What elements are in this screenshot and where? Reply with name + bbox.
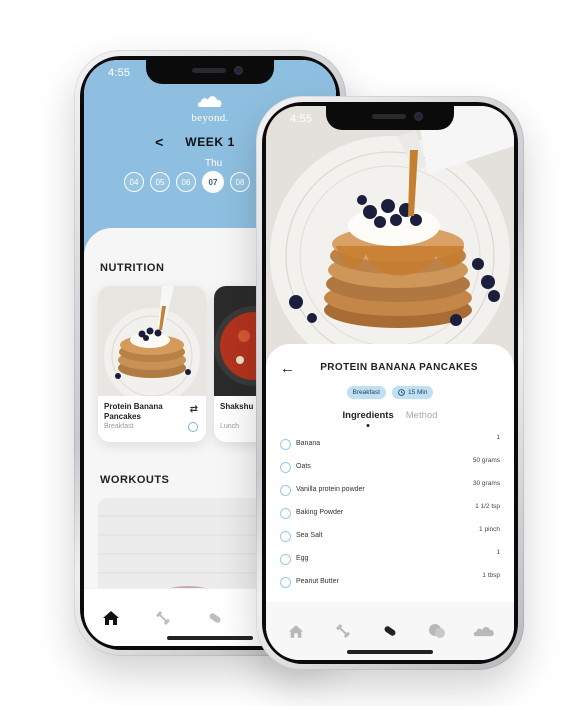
front-phone: 4:55 ← PROTEIN BANANA PANCAKES Breakfast… — [256, 96, 524, 670]
ingredient-row[interactable]: Oats 50 grams — [280, 457, 500, 482]
status-time: 4:55 — [290, 113, 313, 125]
ingredient-row[interactable]: Egg 1 — [280, 549, 500, 574]
day-picker: 04 05 06 07 08 — [124, 171, 250, 193]
notch — [326, 106, 454, 130]
day-chip[interactable]: 05 — [150, 172, 170, 192]
status-time: 4:55 — [108, 67, 131, 79]
ingredient-list: Banana 1 Oats 50 grams Vanilla protein powde… — [280, 434, 500, 597]
dumbbell-icon[interactable] — [332, 620, 354, 642]
ingredient-row[interactable]: Banana 1 — [280, 434, 500, 459]
tab-method[interactable]: Method — [406, 410, 438, 421]
chat-icon[interactable] — [426, 620, 448, 642]
recipe-chips: Breakfast 15 Min — [266, 386, 514, 399]
ingredient-quantity: 1 — [496, 549, 500, 556]
ingredient-row[interactable]: Peanut Butter 1 tbsp — [280, 572, 500, 597]
day-chip[interactable]: 04 — [124, 172, 144, 192]
ingredient-row[interactable]: Baking Powder 1 1/2 tsp — [280, 503, 500, 528]
ingredient-checkbox[interactable] — [280, 485, 291, 496]
ingredient-row[interactable]: Sea Salt 1 pinch — [280, 526, 500, 551]
week-label: WEEK 1 — [185, 135, 235, 149]
front-screen: 4:55 ← PROTEIN BANANA PANCAKES Breakfast… — [266, 106, 514, 660]
workouts-heading: WORKOUTS — [100, 474, 170, 486]
ingredient-quantity: 50 grams — [472, 457, 500, 464]
ingredient-checkbox[interactable] — [280, 554, 291, 565]
ingredient-checkbox[interactable] — [280, 439, 291, 450]
ingredient-checkbox[interactable] — [280, 577, 291, 588]
dumbbell-icon[interactable] — [152, 607, 174, 629]
ingredient-name: Egg — [296, 555, 309, 562]
recipe-title: PROTEIN BANANA PANCAKES — [320, 362, 478, 373]
meal-check-circle[interactable] — [188, 422, 198, 432]
brand-text: beyond. — [191, 112, 229, 124]
home-icon[interactable] — [285, 620, 307, 642]
meal-name: Protein Banana Pancakes — [104, 402, 163, 421]
ingredient-name: Oats — [296, 463, 311, 470]
ingredient-name: Vanilla protein powder — [296, 486, 365, 493]
notch — [146, 60, 274, 84]
cloud-icon — [197, 96, 222, 107]
day-chip[interactable]: 06 — [176, 172, 196, 192]
meal-tag: Lunch — [220, 423, 240, 430]
ingredient-name: Baking Powder — [296, 509, 344, 516]
ingredient-name: Sea Salt — [296, 532, 323, 539]
nutrition-heading: NUTRITION — [100, 262, 165, 274]
tab-ingredients[interactable]: Ingredients — [343, 410, 394, 421]
home-icon[interactable] — [100, 607, 122, 629]
pill-icon[interactable] — [204, 607, 226, 629]
ingredient-name: Banana — [296, 440, 321, 447]
ingredient-checkbox[interactable] — [280, 531, 291, 542]
cloud-icon[interactable] — [473, 620, 495, 642]
day-chip-selected[interactable]: 07 — [202, 171, 224, 193]
meal-card[interactable]: Protein Banana Pancakes ⇄ Breakfast — [98, 286, 206, 442]
ingredient-quantity: 1 — [496, 434, 500, 441]
ingredient-name: Peanut Butter — [296, 578, 339, 585]
ingredient-quantity: 1 1/2 tsp — [475, 503, 500, 510]
meal-type-badge: Breakfast — [346, 386, 386, 399]
day-name: Thu — [205, 158, 223, 169]
time-badge: 15 Min — [391, 386, 434, 399]
pancake-photo — [98, 286, 206, 396]
ingredient-checkbox[interactable] — [280, 462, 291, 473]
recipe-hero-photo — [266, 106, 514, 368]
back-button[interactable]: ← — [280, 360, 295, 377]
ingredient-checkbox[interactable] — [280, 508, 291, 519]
swap-icon[interactable]: ⇄ — [190, 404, 198, 415]
pill-icon[interactable] — [379, 620, 401, 642]
ingredient-quantity: 1 pinch — [479, 526, 500, 533]
ingredient-quantity: 1 tbsp — [482, 572, 500, 579]
home-indicator — [167, 636, 253, 640]
prev-week-button[interactable]: < — [155, 134, 163, 150]
ingredient-quantity: 30 grams — [472, 480, 500, 487]
ingredient-row[interactable]: Vanilla protein powder 30 grams — [280, 480, 500, 505]
recipe-tabs: Ingredients Method — [266, 410, 514, 421]
day-chip[interactable]: 08 — [230, 172, 250, 192]
clock-icon — [398, 389, 405, 396]
home-indicator — [347, 650, 433, 654]
meal-tag: Breakfast — [104, 423, 134, 430]
